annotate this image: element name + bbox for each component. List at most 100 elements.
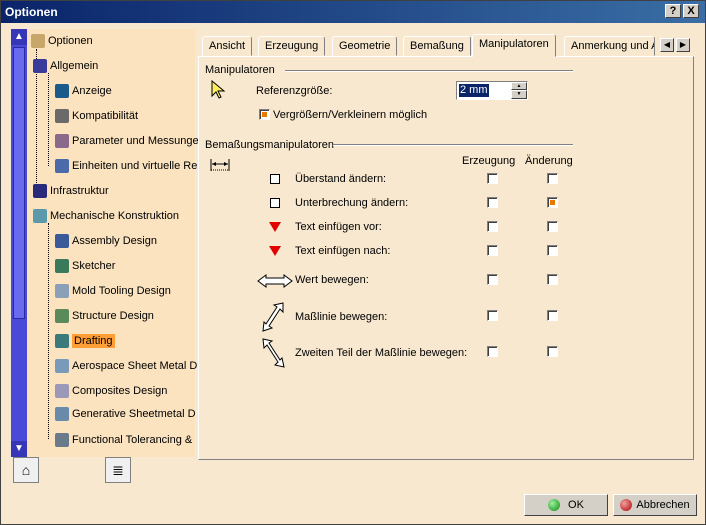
resize-label: Vergrößern/Verkleinern möglich (273, 109, 428, 121)
bemassung-group-title: Bemaßungsmanipulatoren (205, 139, 335, 151)
scroll-down-arrow-icon[interactable]: ▼ (11, 441, 27, 457)
column-erzeugung: Erzeugung (462, 155, 516, 167)
tab-scroll-right-icon[interactable]: ▶ (676, 38, 690, 52)
move-second-part-icon (262, 338, 285, 368)
overrun-symbol-icon (270, 174, 280, 184)
tree-item-mold-tooling-design[interactable]: Mold Tooling Design (55, 282, 171, 300)
compatibility-icon (55, 109, 69, 124)
masslinie-erzeugung-checkbox[interactable] (487, 310, 498, 321)
spin-down-icon[interactable]: ▼ (511, 90, 527, 99)
ok-icon (548, 499, 561, 512)
tree-item-composites-design[interactable]: Composites Design (55, 382, 167, 400)
manipulatoren-group-title: Manipulatoren (205, 64, 275, 76)
tree-item-parameter[interactable]: Parameter und Messunge (55, 132, 199, 150)
tree-item-aerospace-sheet-metal[interactable]: Aerospace Sheet Metal D (55, 357, 197, 375)
tree-item-infrastruktur[interactable]: Infrastruktur (33, 182, 109, 200)
row-label-masslinie-bewegen: Maßlinie bewegen: (295, 311, 388, 323)
tree-item-functional-tolerancing[interactable]: Functional Tolerancing & (55, 431, 192, 449)
mold-tooling-icon (55, 284, 69, 299)
spin-up-icon[interactable]: ▲ (511, 82, 527, 90)
structure-design-icon (55, 309, 69, 324)
unterbrechung-erzeugung-checkbox[interactable] (487, 197, 498, 208)
tab-ansicht[interactable]: Ansicht (202, 36, 253, 56)
move-dimension-line-icon (262, 302, 284, 332)
assembly-design-icon (55, 234, 69, 249)
referenz-spinbox[interactable]: 2 mm ▲ ▼ (456, 81, 528, 100)
parameters-icon (55, 134, 69, 149)
functional-tolerancing-icon (55, 433, 69, 448)
tree-root-optionen[interactable]: Optionen (31, 32, 93, 50)
wert-bewegen-aenderung-checkbox[interactable] (547, 274, 558, 285)
reset-options-icon[interactable]: ⌂ (13, 457, 39, 483)
zweiter-teil-aenderung-checkbox[interactable] (547, 346, 558, 357)
ueberstand-erzeugung-checkbox[interactable] (487, 173, 498, 184)
group-separator (285, 70, 573, 72)
tab-manipulatoren[interactable]: Manipulatoren (472, 34, 556, 57)
row-label-unterbrechung: Unterbrechung ändern: (295, 197, 409, 209)
title-bar: Optionen ? X (1, 1, 705, 23)
tab-geometrie[interactable]: Geometrie (332, 36, 398, 56)
zweiter-teil-erzeugung-checkbox[interactable] (487, 346, 498, 357)
row-label-ueberstand: Überstand ändern: (295, 173, 387, 185)
tree-item-structure-design[interactable]: Structure Design (55, 307, 154, 325)
spin-buttons: ▲ ▼ (511, 82, 527, 99)
units-icon (55, 159, 69, 174)
tree-item-sketcher[interactable]: Sketcher (55, 257, 115, 275)
tab-bemassung[interactable]: Bemaßung (403, 36, 471, 56)
text-vor-aenderung-checkbox[interactable] (547, 221, 558, 232)
wert-bewegen-erzeugung-checkbox[interactable] (487, 274, 498, 285)
general-icon (33, 59, 47, 74)
row-label-zweiter-teil: Zweiten Teil der Maßlinie bewegen: (295, 347, 468, 359)
options-dialog: Optionen ? X ▲ ▼ Optionen Allgemein Anze… (0, 0, 706, 525)
ueberstand-aenderung-checkbox[interactable] (547, 173, 558, 184)
options-root-icon (31, 34, 45, 49)
referenz-label: Referenzgröße: (256, 85, 333, 97)
tree-item-einheiten[interactable]: Einheiten und virtuelle Re (55, 157, 197, 175)
tab-erzeugung[interactable]: Erzeugung (258, 36, 326, 56)
infrastructure-icon (33, 184, 47, 199)
resize-checkbox[interactable] (259, 109, 270, 120)
tree-item-drafting[interactable]: Drafting (55, 332, 115, 350)
tree-scrollbar[interactable]: ▲ ▼ (11, 29, 27, 457)
text-vor-erzeugung-checkbox[interactable] (487, 221, 498, 232)
help-button[interactable]: ? (665, 4, 681, 18)
text-nach-erzeugung-checkbox[interactable] (487, 245, 498, 256)
insert-text-before-icon (269, 222, 281, 232)
tree-item-assembly-design[interactable]: Assembly Design (55, 232, 157, 250)
tree-item-mechanische-konstruktion[interactable]: Mechanische Konstruktion (33, 207, 179, 225)
mechanical-design-icon (33, 209, 47, 224)
masslinie-aenderung-checkbox[interactable] (547, 310, 558, 321)
text-nach-aenderung-checkbox[interactable] (547, 245, 558, 256)
cancel-icon (620, 499, 633, 512)
group-separator (333, 144, 573, 146)
window-title: Optionen (5, 5, 58, 19)
tree-item-allgemein[interactable]: Allgemein (33, 57, 98, 75)
generative-sheetmetal-icon (55, 407, 69, 422)
tree-line (48, 73, 49, 166)
display-icon (55, 84, 69, 99)
cursor-arrow-icon (211, 80, 226, 99)
dimension-icon (210, 159, 230, 171)
sketcher-icon (55, 259, 69, 274)
drafting-icon (55, 334, 69, 349)
column-aenderung: Änderung (525, 155, 573, 167)
tree-item-generative-sheetmetal[interactable]: Generative Sheetmetal D (55, 405, 196, 423)
tab-scroll-left-icon[interactable]: ◀ (660, 38, 674, 52)
row-label-wert-bewegen: Wert bewegen: (295, 274, 369, 286)
row-label-text-nach: Text einfügen nach: (295, 245, 391, 257)
aerospace-sheet-metal-icon (55, 359, 69, 374)
scroll-thumb[interactable] (13, 47, 25, 319)
tab-anmerkung[interactable]: Anmerkung und A (564, 36, 655, 56)
cancel-button[interactable]: Abbrechen (613, 494, 697, 516)
tree-item-kompatibilitaet[interactable]: Kompatibilität (55, 107, 138, 125)
tab-bar: Ansicht Erzeugung Geometrie Bemaßung Man… (198, 34, 698, 57)
tree-item-anzeige[interactable]: Anzeige (55, 82, 112, 100)
unterbrechung-aenderung-checkbox[interactable] (547, 197, 558, 208)
referenz-value[interactable]: 2 mm (459, 84, 489, 97)
show-parameters-icon[interactable]: ≣ (105, 457, 131, 483)
ok-button[interactable]: OK (524, 494, 608, 516)
scroll-up-arrow-icon[interactable]: ▲ (11, 29, 27, 45)
move-value-icon (257, 274, 293, 288)
tree-line (48, 223, 49, 439)
close-button[interactable]: X (683, 4, 699, 18)
